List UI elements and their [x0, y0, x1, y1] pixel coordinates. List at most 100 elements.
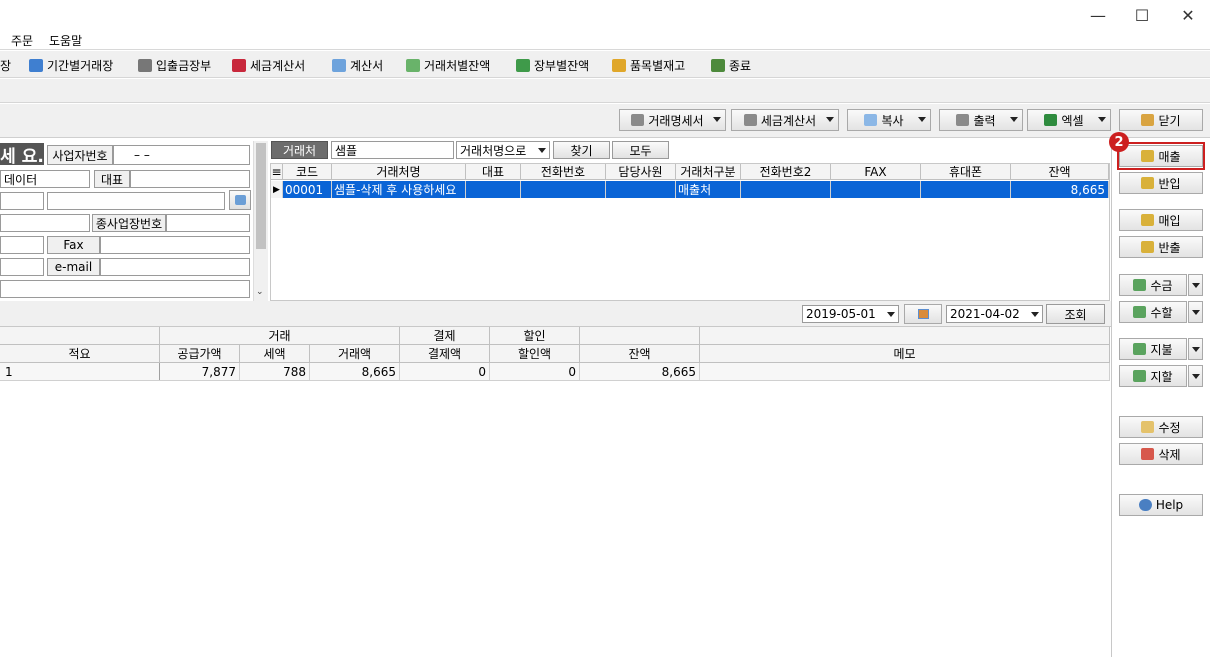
excel-button[interactable]: 엑셀: [1027, 109, 1111, 131]
cell-tax: 788: [240, 363, 310, 380]
edit-button[interactable]: 수정: [1119, 416, 1203, 438]
toolbar-item-client-balance[interactable]: 거래처별잔액: [406, 56, 490, 74]
close-window-button[interactable]: ✕: [1173, 4, 1203, 26]
col-header[interactable]: 세액: [240, 345, 310, 363]
collect-discount-dropdown[interactable]: [1188, 301, 1203, 323]
menu-help[interactable]: 도움말: [49, 32, 82, 49]
cell-phone: [521, 181, 606, 198]
payment-discount-button[interactable]: 지할: [1119, 365, 1187, 387]
memo-field[interactable]: [0, 280, 250, 298]
fax-field[interactable]: [100, 236, 250, 254]
query-button[interactable]: 조회: [1046, 304, 1105, 324]
rep-field[interactable]: [130, 170, 250, 188]
return-out-button[interactable]: 반출: [1119, 236, 1203, 258]
sub-biz-field[interactable]: [166, 214, 250, 232]
help-button[interactable]: Help: [1119, 494, 1203, 516]
cell-settle: 0: [400, 363, 490, 380]
toolbar-item-invoice[interactable]: 계산서: [332, 56, 383, 74]
biz-type-field[interactable]: [0, 214, 90, 232]
purchase-button[interactable]: 매입: [1119, 209, 1203, 231]
toolbar-item-period-trade[interactable]: 기간별거래장: [29, 56, 113, 74]
menu-bar: 주문 도움말: [0, 30, 1210, 50]
data-field[interactable]: 데이터: [0, 170, 90, 188]
col-header[interactable]: 거래처구분: [676, 164, 741, 180]
address-search-button[interactable]: [229, 190, 251, 210]
toolbar-item-book-balance[interactable]: 장부별잔액: [516, 56, 589, 74]
col-header[interactable]: 공급가액: [160, 345, 240, 363]
menu-order[interactable]: 주문: [11, 32, 33, 49]
toolbar-item-cashbook[interactable]: 입출금장부: [138, 56, 211, 74]
toolbar-item-ledger[interactable]: 장: [0, 56, 11, 74]
chevron-down-icon: [1031, 312, 1039, 317]
col-header[interactable]: 거래액: [310, 345, 400, 363]
biz-no-field[interactable]: – –: [113, 145, 250, 165]
group-header-empty: [700, 327, 1110, 345]
trade-statement-button[interactable]: 거래명세서: [619, 109, 726, 131]
date-to-select[interactable]: 2021-04-02: [946, 305, 1043, 323]
cell-phone2: [741, 181, 831, 198]
col-header[interactable]: 잔액: [580, 345, 700, 363]
search-input[interactable]: 샘플: [331, 141, 454, 159]
collect-dropdown[interactable]: [1188, 274, 1203, 296]
collect-discount-button[interactable]: 수할: [1119, 301, 1187, 323]
col-header[interactable]: 코드: [283, 164, 332, 180]
chevron-down-icon: [887, 312, 895, 317]
col-header[interactable]: FAX: [831, 164, 921, 180]
left-scrollbar[interactable]: ⌄: [253, 141, 268, 301]
col-header[interactable]: 대표: [466, 164, 521, 180]
toolbar-item-stock[interactable]: 품목별재고: [612, 56, 685, 74]
cell-amount: 8,665: [310, 363, 400, 380]
money-icon: [406, 58, 420, 72]
print-button[interactable]: 출력: [939, 109, 1023, 131]
delete-button[interactable]: 삭제: [1119, 443, 1203, 465]
search-mode-select[interactable]: 거래처명으로: [456, 141, 550, 159]
mobile-field[interactable]: [0, 258, 44, 276]
tax-invoice-print-button[interactable]: 세금계산서: [731, 109, 839, 131]
find-button[interactable]: 찾기: [553, 141, 610, 159]
col-header[interactable]: 거래처명: [332, 164, 466, 180]
copy-button[interactable]: 복사: [847, 109, 931, 131]
date-from-select[interactable]: 2019-05-01: [802, 305, 899, 323]
cell-code: 00001: [283, 181, 332, 198]
all-button[interactable]: 모두: [612, 141, 669, 159]
phone-field[interactable]: [0, 236, 44, 254]
address-zip-field[interactable]: [0, 192, 44, 210]
maximize-button[interactable]: ☐: [1127, 4, 1157, 26]
toolbar-label: 장: [0, 58, 12, 73]
payment-dropdown[interactable]: [1188, 338, 1203, 360]
printer-icon: [631, 114, 645, 126]
table-row[interactable]: 1 7,877 788 8,665 0 0 8,665: [0, 363, 1110, 381]
return-in-button[interactable]: 반입: [1119, 172, 1203, 194]
scroll-thumb[interactable]: [256, 143, 266, 249]
email-label: e-mail: [47, 258, 100, 276]
col-header[interactable]: 전화번호2: [741, 164, 831, 180]
toolbar-label: 장부별잔액: [534, 58, 590, 73]
col-header[interactable]: 잔액: [1011, 164, 1109, 180]
col-header[interactable]: 담당사원: [606, 164, 676, 180]
close-button[interactable]: 닫기: [1119, 109, 1203, 131]
minimize-button[interactable]: —: [1083, 4, 1113, 26]
address-field[interactable]: [47, 192, 225, 210]
group-header-trade: 거래: [160, 327, 400, 345]
email-field[interactable]: [100, 258, 250, 276]
empty-band: [0, 79, 1210, 103]
calendar-button[interactable]: [904, 304, 942, 324]
scroll-down-icon[interactable]: ⌄: [256, 287, 264, 297]
button-label: 복사: [881, 113, 904, 128]
toolbar-item-exit[interactable]: 종료: [711, 56, 751, 74]
table-row[interactable]: ▶ 00001 샘플-삭제 후 사용하세요 매출처 8,665: [271, 181, 1109, 198]
col-header[interactable]: 결제액: [400, 345, 490, 363]
calendar-icon: [918, 309, 929, 319]
col-header[interactable]: 메모: [700, 345, 1110, 363]
payment-discount-dropdown[interactable]: [1188, 365, 1203, 387]
collect-button[interactable]: 수금: [1119, 274, 1187, 296]
biz-no-label: 사업자번호: [47, 145, 113, 165]
cell-balance: 8,665: [1011, 181, 1109, 198]
grid-menu-icon[interactable]: ≡: [271, 164, 283, 180]
toolbar-item-tax-invoice[interactable]: 세금계산서: [232, 56, 305, 74]
payment-button[interactable]: 지불: [1119, 338, 1187, 360]
col-header[interactable]: 할인액: [490, 345, 580, 363]
col-header[interactable]: 전화번호: [521, 164, 606, 180]
col-header[interactable]: 휴대폰: [921, 164, 1011, 180]
col-header[interactable]: 적요: [0, 345, 160, 363]
